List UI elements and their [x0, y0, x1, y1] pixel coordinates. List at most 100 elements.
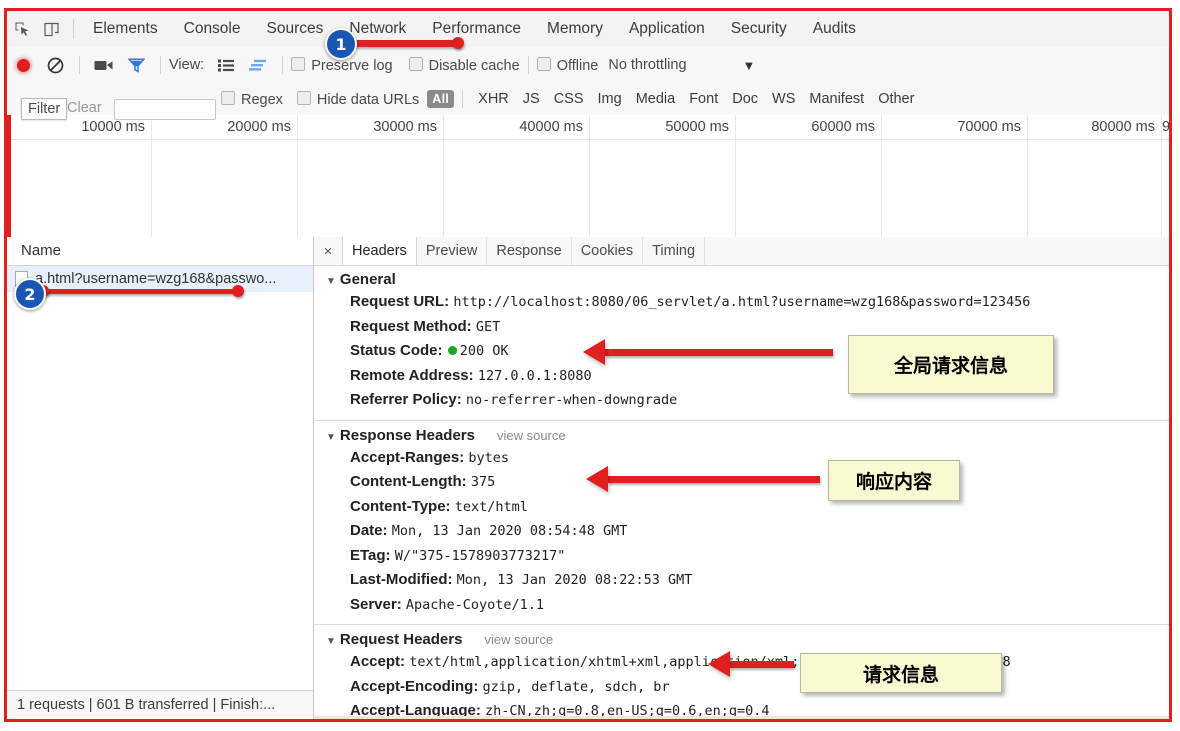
annotation-pointer-dot	[452, 37, 464, 49]
header-row: ETag: W/"375-1578903773217"	[314, 544, 1169, 569]
header-value: Mon, 13 Jan 2020 08:22:53 GMT	[456, 572, 693, 588]
tab-security[interactable]: Security	[718, 11, 800, 47]
header-value: Mon, 13 Jan 2020 08:54:48 GMT	[391, 523, 628, 539]
disable-cache-checkbox[interactable]: Disable cache	[408, 56, 520, 74]
record-button[interactable]	[7, 50, 39, 80]
ruler-tick: 70000 ms	[882, 115, 1028, 237]
header-value: 375	[470, 474, 496, 490]
header-row: Accept-Ranges: bytes	[314, 446, 1169, 471]
clear-label[interactable]: Clear	[67, 100, 102, 116]
annotation-arrow-head-response	[586, 466, 608, 492]
toolbar-divider	[160, 56, 161, 74]
ruler-label: 40000 ms	[519, 119, 583, 135]
list-view-button[interactable]	[210, 50, 242, 80]
filter-type-css[interactable]: CSS	[547, 91, 591, 107]
filter-type-ws[interactable]: WS	[765, 91, 802, 107]
tab-elements[interactable]: Elements	[80, 11, 171, 47]
timeline-overview[interactable]: 10000 ms 20000 ms 30000 ms 40000 ms 5000…	[7, 115, 1169, 238]
tab-application[interactable]: Application	[616, 11, 718, 47]
header-row: Date: Mon, 13 Jan 2020 08:54:48 GMT	[314, 519, 1169, 544]
filter-type-media[interactable]: Media	[629, 91, 683, 107]
filter-type-other[interactable]: Other	[871, 91, 921, 107]
filter-tooltip: Filter	[21, 98, 68, 120]
clear-button[interactable]	[39, 50, 71, 80]
toolbar-divider	[73, 19, 74, 39]
clear-icon	[47, 57, 63, 73]
view-source-link[interactable]: view source	[497, 428, 566, 443]
checkbox-icon	[291, 56, 306, 71]
filter-button[interactable]	[120, 50, 152, 80]
callout-response: 响应内容	[828, 460, 960, 501]
device-toolbar-icon[interactable]	[37, 16, 67, 42]
header-key: Date:	[350, 522, 388, 539]
tab-console[interactable]: Console	[171, 11, 254, 47]
tab-preview[interactable]: Preview	[417, 237, 488, 265]
preserve-log-label: Preserve log	[311, 57, 393, 74]
header-value: bytes	[468, 449, 510, 466]
filter-type-xhr[interactable]: XHR	[471, 91, 516, 107]
capture-screenshots-button[interactable]	[88, 50, 120, 80]
inspect-element-icon[interactable]	[7, 16, 37, 42]
timeline-ruler: 10000 ms 20000 ms 30000 ms 40000 ms 5000…	[7, 115, 1169, 237]
filter-type-js[interactable]: JS	[516, 91, 547, 107]
header-key: Server:	[350, 595, 402, 613]
header-key: Remote Address:	[350, 366, 474, 384]
header-key: Referrer Policy:	[350, 391, 462, 408]
status-ok-icon	[447, 346, 457, 355]
annotation-pointer-line-1	[352, 40, 460, 47]
ruler-tick: 40000 ms	[444, 115, 590, 237]
filter-type-img[interactable]: Img	[591, 91, 629, 107]
checkbox-icon	[408, 56, 423, 71]
annotation-badge-2: 2	[14, 278, 46, 310]
section-response-headers[interactable]: ▼ Response Headers view source	[314, 421, 1169, 446]
section-title: Response Headers	[339, 426, 475, 444]
filter-input[interactable]	[114, 99, 216, 120]
tab-timing[interactable]: Timing	[643, 237, 706, 265]
offline-checkbox[interactable]: Offline	[536, 56, 599, 74]
annotation-arrow-line-request	[730, 661, 794, 668]
hide-data-urls-label: Hide data URLs	[316, 91, 420, 108]
toolbar-divider	[282, 56, 284, 74]
regex-checkbox[interactable]: Regex	[221, 90, 283, 108]
filter-type-doc[interactable]: Doc	[725, 91, 765, 107]
tab-audits[interactable]: Audits	[800, 11, 869, 47]
filter-type-font[interactable]: Font	[682, 91, 725, 107]
tab-memory[interactable]: Memory	[534, 11, 616, 47]
filter-type-all[interactable]: All	[427, 90, 455, 108]
ruler-label: 900	[1162, 119, 1171, 135]
ruler-tick: 50000 ms	[590, 115, 736, 237]
header-key: Request Method:	[350, 317, 472, 335]
callout-request: 请求信息	[800, 653, 1002, 693]
annotation-badge-1: 1	[325, 28, 357, 60]
close-icon[interactable]: ×	[314, 237, 343, 265]
tab-response[interactable]: Response	[487, 237, 572, 265]
ruler-label: 60000 ms	[811, 119, 875, 135]
header-value: http://localhost:8080/06_servlet/a.html?…	[453, 294, 1031, 310]
header-key: Accept-Ranges:	[350, 448, 465, 466]
tab-headers[interactable]: Headers	[343, 237, 417, 265]
annotation-arrow-head-request	[708, 651, 730, 677]
requests-column-header[interactable]: Name	[7, 237, 313, 266]
hide-data-urls-checkbox[interactable]: Hide data URLs	[296, 90, 420, 108]
header-value: gzip, deflate, sdch, br	[482, 678, 670, 695]
tab-cookies[interactable]: Cookies	[572, 237, 644, 265]
section-general[interactable]: ▼ General	[314, 265, 1169, 290]
headers-body[interactable]: ▼ General Request URL: http://localhost:…	[314, 265, 1169, 719]
header-key: ETag:	[350, 546, 391, 564]
timeline-left-marker	[7, 115, 11, 237]
ruler-label: 70000 ms	[957, 119, 1021, 135]
waterfall-view-button[interactable]	[242, 50, 274, 80]
header-value: 127.0.0.1:8080	[477, 367, 592, 384]
header-value: W/"375-1578903773217"	[394, 547, 566, 564]
tab-sources[interactable]: Sources	[254, 11, 337, 47]
chevron-down-icon[interactable]: ▼	[743, 58, 756, 73]
header-value: Apache-Coyote/1.1	[405, 596, 545, 613]
header-value: 200 OK	[459, 343, 509, 359]
toolbar-divider	[527, 56, 529, 74]
offline-label: Offline	[556, 57, 599, 74]
filter-type-manifest[interactable]: Manifest	[802, 91, 871, 107]
view-source-link[interactable]: view source	[484, 632, 553, 647]
section-request-headers[interactable]: ▼ Request Headers view source	[314, 625, 1169, 650]
callout-general: 全局请求信息	[848, 335, 1054, 394]
throttling-select-value[interactable]: No throttling	[608, 57, 686, 73]
